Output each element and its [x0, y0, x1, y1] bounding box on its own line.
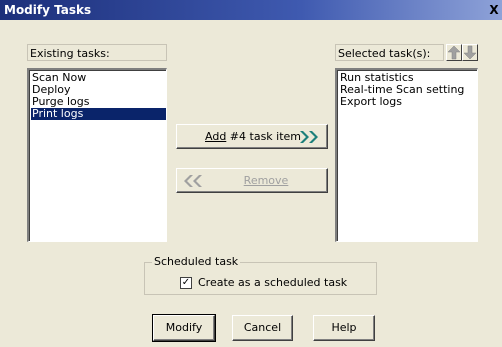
- window-title: Modify Tasks: [4, 3, 92, 17]
- help-button[interactable]: Help: [313, 315, 375, 341]
- remove-label: Remove: [243, 174, 289, 187]
- existing-tasks-label: Existing tasks:: [27, 44, 167, 61]
- selected-tasks-list[interactable]: Run statistics Real-time Scan setting Ex…: [335, 68, 478, 242]
- close-button[interactable]: X: [486, 2, 502, 18]
- move-up-button[interactable]: [446, 44, 462, 61]
- title-bar: Modify Tasks X: [0, 0, 502, 20]
- list-item-selected[interactable]: Print logs: [31, 108, 166, 120]
- scheduled-task-checkbox[interactable]: ✓: [180, 277, 192, 289]
- list-item[interactable]: Export logs: [339, 96, 477, 108]
- down-arrow-icon: [463, 45, 477, 60]
- scheduled-task-checkbox-label[interactable]: Create as a scheduled task: [198, 276, 347, 289]
- double-right-arrow-icon: [300, 131, 318, 143]
- dialog-body: Existing tasks: Scan Now Deploy Purge lo…: [0, 20, 502, 347]
- selected-tasks-label: Selected task(s):: [335, 44, 444, 61]
- double-left-arrow-icon: [184, 175, 202, 187]
- existing-tasks-list[interactable]: Scan Now Deploy Purge logs Print logs: [27, 68, 167, 242]
- remove-button[interactable]: Remove: [176, 168, 328, 193]
- cancel-button[interactable]: Cancel: [232, 315, 293, 341]
- up-arrow-icon: [447, 45, 461, 60]
- add-label-prefix: Add: [205, 130, 227, 143]
- modify-button[interactable]: Modify: [152, 314, 216, 342]
- add-task-button[interactable]: Add #4 task item: [176, 124, 328, 149]
- add-label-suffix: #4 task item: [229, 130, 302, 143]
- move-down-button[interactable]: [462, 44, 478, 61]
- scheduled-task-legend: Scheduled task: [152, 255, 241, 268]
